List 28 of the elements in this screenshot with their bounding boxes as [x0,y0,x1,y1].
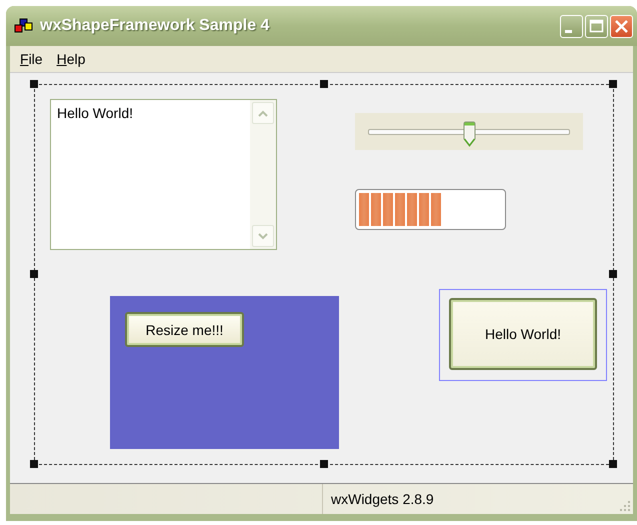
slider-thumb[interactable] [463,120,476,146]
menu-item[interactable]: Help [50,49,92,69]
rectangle-shape[interactable]: Resize me!!! [110,296,339,449]
resize-handle[interactable] [320,460,328,468]
resize-grip-icon[interactable] [619,500,631,512]
resize-handle[interactable] [30,80,38,88]
close-button[interactable] [610,14,633,38]
scrollbar[interactable] [250,100,276,249]
maximize-button[interactable] [585,14,608,38]
resize-handle[interactable] [30,460,38,468]
resize-handle[interactable] [609,270,617,278]
minimize-icon [565,30,572,32]
scroll-down-icon[interactable] [252,225,274,247]
text-area[interactable]: Hello World! [50,99,277,250]
resize-handle[interactable] [609,80,617,88]
app-icon [14,18,34,34]
scroll-up-icon[interactable] [252,102,274,124]
resize-handle[interactable] [320,80,328,88]
slider[interactable] [355,113,583,150]
window-title: wxShapeFramework Sample 4 [40,17,270,35]
minimize-button[interactable] [560,14,583,38]
resize-handle[interactable] [30,270,38,278]
hello-button[interactable]: Hello World! [449,298,597,370]
text-area-value: Hello World! [57,105,134,122]
resize-handle[interactable] [609,460,617,468]
resize-button[interactable]: Resize me!!! [125,312,244,347]
status-text: wxWidgets 2.8.9 [331,491,434,507]
menu-item[interactable]: File [14,49,49,69]
